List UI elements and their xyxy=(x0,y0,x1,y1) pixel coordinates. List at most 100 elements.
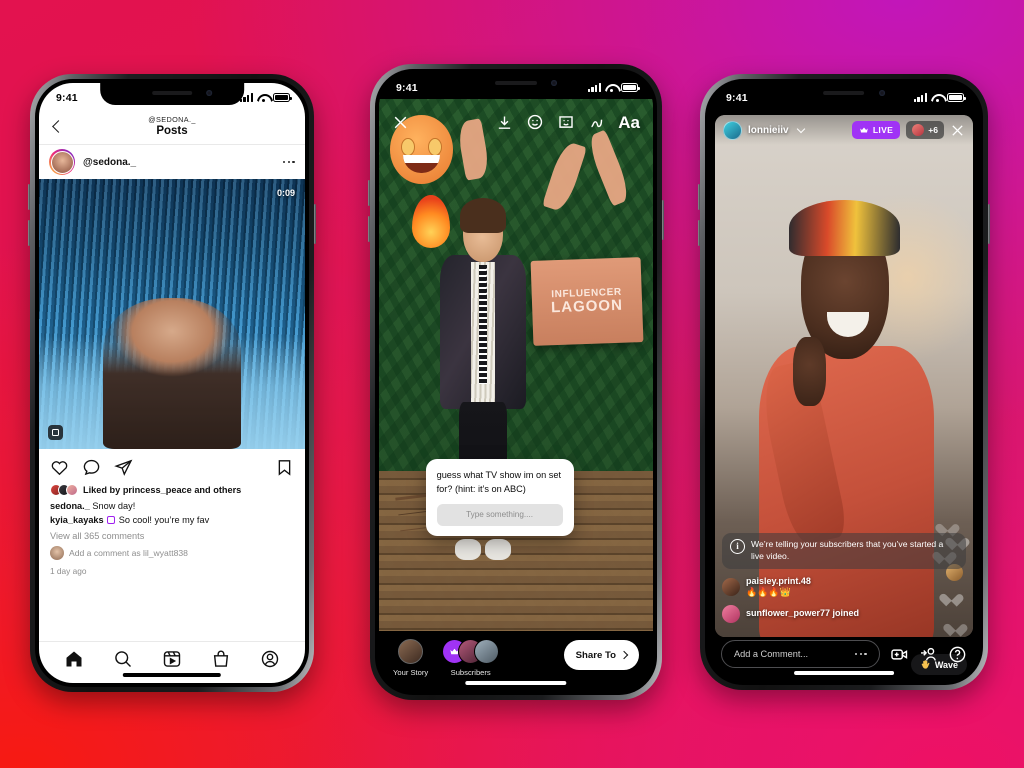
home-icon[interactable] xyxy=(64,649,84,669)
home-indicator xyxy=(122,673,222,677)
volume-down-button[interactable] xyxy=(28,220,30,246)
broadcaster-avatar[interactable] xyxy=(723,120,742,140)
view-all-comments-link[interactable]: View all 365 comments xyxy=(50,531,294,541)
add-video-icon[interactable] xyxy=(890,645,909,664)
add-comment-row[interactable]: Add a comment as lil_wyatt838 xyxy=(50,545,294,560)
share-option-subscribers[interactable]: Subscribers xyxy=(442,639,500,677)
caption-text: Snow day! xyxy=(92,501,136,511)
shop-bag-icon[interactable] xyxy=(211,649,231,669)
viewer-count-badge[interactable]: +6 xyxy=(906,121,944,139)
navbar-titles: @SEDONA._ Posts xyxy=(39,116,305,137)
question-sticker-text: guess what TV show im on set for? (hint:… xyxy=(436,470,562,494)
share-option-your-story[interactable]: Your Story xyxy=(393,639,428,677)
question-sticker[interactable]: guess what TV show im on set for? (hint:… xyxy=(425,459,574,536)
download-icon-wrap[interactable] xyxy=(496,114,513,131)
story-canvas[interactable]: INFLUENCER LAGOON xyxy=(379,99,653,631)
notch xyxy=(442,73,590,95)
home-indicator xyxy=(794,671,894,675)
draw-icon-wrap[interactable] xyxy=(588,114,605,131)
add-comment-placeholder: Add a comment as lil_wyatt838 xyxy=(69,547,188,558)
avatar[interactable] xyxy=(49,149,75,175)
video-duration: 0:09 xyxy=(276,188,295,198)
chat-avatar[interactable] xyxy=(722,605,740,623)
more-options-icon[interactable] xyxy=(282,160,295,164)
text-aa-icon[interactable]: Aa xyxy=(618,114,640,131)
effects-icon-wrap[interactable] xyxy=(526,113,544,131)
live-label: LIVE xyxy=(872,125,894,135)
help-question-icon[interactable] xyxy=(948,645,967,664)
chevron-right-icon xyxy=(619,650,629,660)
caption-username[interactable]: sedona._ xyxy=(50,501,90,511)
comment-input[interactable]: Add a Comment... xyxy=(721,640,880,668)
sticker-icon-wrap[interactable] xyxy=(557,113,575,131)
volume-up-button[interactable] xyxy=(368,180,370,206)
bookmark-icon[interactable] xyxy=(275,458,294,477)
comment-icon[interactable] xyxy=(82,458,101,477)
volume-down-button[interactable] xyxy=(368,216,370,242)
battery-icon xyxy=(273,93,292,102)
liked-by-row[interactable]: Liked by princess_peace and others xyxy=(50,484,294,496)
close-x-icon[interactable] xyxy=(950,123,965,138)
battery-icon xyxy=(947,93,966,102)
post-actions xyxy=(39,449,305,480)
post-media[interactable]: 0:09 xyxy=(39,179,305,449)
status-time: 9:41 xyxy=(726,91,748,104)
live-chat-overlay: i We’re telling your subscribers that yo… xyxy=(715,533,973,623)
profile-icon[interactable] xyxy=(260,649,280,669)
power-button[interactable] xyxy=(662,200,664,240)
notch xyxy=(100,83,244,105)
live-badge: LIVE xyxy=(851,121,901,139)
post-username[interactable]: @sedona._ xyxy=(83,157,275,168)
broadcaster-username[interactable]: lonnieiiv xyxy=(748,125,789,136)
scribble-draw-icon[interactable] xyxy=(588,114,605,131)
sign-line-2: LAGOON xyxy=(551,296,624,316)
live-header: lonnieiiv LIVE +6 xyxy=(715,115,973,145)
invite-person-icon[interactable] xyxy=(919,645,938,664)
more-options-icon[interactable] xyxy=(854,652,867,656)
reels-audio-badge[interactable] xyxy=(48,425,63,440)
phone-live: 9:41 lonnieiiv LIVE +6 i We’re telling y… xyxy=(698,74,990,690)
status-time: 9:41 xyxy=(56,91,78,104)
volume-down-button[interactable] xyxy=(698,220,700,246)
chat-avatar[interactable] xyxy=(722,577,740,596)
your-story-avatar xyxy=(398,639,424,664)
share-to-button[interactable]: Share To xyxy=(563,640,639,670)
volume-up-button[interactable] xyxy=(698,184,700,210)
comment-username[interactable]: kyia_kayaks xyxy=(50,515,104,525)
search-icon[interactable] xyxy=(113,649,133,669)
caption-line: sedona._ Snow day! xyxy=(50,500,294,514)
smiley-face-icon[interactable] xyxy=(526,113,544,131)
sticker-icon[interactable] xyxy=(557,113,575,131)
info-icon: i xyxy=(730,539,745,555)
heart-icon[interactable] xyxy=(50,458,69,477)
profile-handle: @SEDONA._ xyxy=(148,115,196,125)
phone-bezel: 9:41 @SEDONA._ Posts @sedona._ 0:09 Like… xyxy=(35,79,309,687)
person-in-video xyxy=(102,297,242,449)
volume-up-button[interactable] xyxy=(28,184,30,210)
viewer-count: +6 xyxy=(928,125,938,135)
chat-username[interactable]: paisley.print.48 xyxy=(746,576,811,588)
chat-message-text: 🔥🔥🔥👑 xyxy=(746,587,791,598)
phone-bezel: 9:41 lonnieiiv LIVE +6 i We’re telling y… xyxy=(705,79,983,685)
chevron-down-icon[interactable] xyxy=(796,124,805,134)
crown-icon xyxy=(860,127,868,133)
question-sticker-input[interactable]: Type something.... xyxy=(436,503,563,526)
post-header: @sedona._ xyxy=(39,145,305,179)
share-icon[interactable] xyxy=(114,458,133,477)
reels-icon[interactable] xyxy=(162,649,182,669)
post-timestamp: 1 day ago xyxy=(50,565,87,576)
influencer-lagoon-sign: INFLUENCER LAGOON xyxy=(531,256,644,346)
download-icon[interactable] xyxy=(496,114,513,131)
close-x-icon[interactable] xyxy=(392,114,409,131)
post-caption-area: Liked by princess_peace and others sedon… xyxy=(39,480,305,641)
avatar-image xyxy=(50,150,74,174)
chat-message: paisley.print.48 🔥🔥🔥👑 xyxy=(722,576,966,598)
comment-text: So cool! you’re my fav xyxy=(118,514,210,525)
wifi-icon xyxy=(931,93,943,103)
home-indicator xyxy=(465,681,567,685)
feed-navbar: @SEDONA._ Posts xyxy=(39,109,305,145)
phone-bezel: 9:41 INFLUENCER LAGOON Aa guess what TV … xyxy=(375,69,657,695)
power-button[interactable] xyxy=(314,204,316,244)
share-to-label: Share To xyxy=(575,649,616,661)
power-button[interactable] xyxy=(988,204,990,244)
